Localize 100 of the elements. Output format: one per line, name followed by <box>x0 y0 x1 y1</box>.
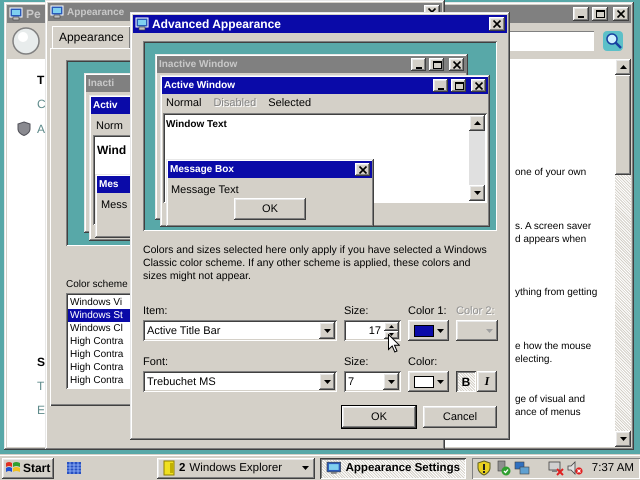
message-text: Mess <box>101 199 128 211</box>
spin-up-button[interactable] <box>384 322 399 330</box>
taskbar-button[interactable]: Appearance Settings <box>320 458 466 478</box>
scroll-down-button[interactable] <box>615 431 631 447</box>
dropdown-button[interactable] <box>319 322 335 339</box>
size-spinner[interactable]: 17 <box>344 320 401 341</box>
close-button[interactable] <box>489 17 505 31</box>
window-text: Wind <box>97 143 126 157</box>
text-line: s. A screen saver <box>515 220 592 233</box>
caret-icon <box>302 466 309 470</box>
text-line: d appears when <box>515 232 586 246</box>
dropdown-button[interactable] <box>319 373 335 390</box>
sidebar-heading: T <box>36 73 44 87</box>
window-title: Message Box <box>170 164 234 175</box>
back-button[interactable] <box>11 26 41 56</box>
window-title: Inactive Window <box>159 59 238 70</box>
scroll-up-button[interactable] <box>469 115 485 131</box>
message-text: Message Text <box>171 184 239 196</box>
text-line: electing. <box>515 352 552 366</box>
sidebar-link[interactable]: C <box>17 97 46 111</box>
dialog-button[interactable]: OK <box>342 406 416 428</box>
window-title: Active Window <box>164 80 236 91</box>
window-title: Mes <box>99 179 118 190</box>
close-button[interactable] <box>471 79 486 92</box>
speaker-muted-icon[interactable] <box>567 460 583 476</box>
text-line: one of your own <box>515 166 586 179</box>
minimize-icon <box>416 66 422 68</box>
caret-up-icon <box>474 121 480 125</box>
monitor-error-icon[interactable] <box>548 460 564 476</box>
scroll-up-button[interactable] <box>615 59 631 75</box>
window-title: Appearance <box>67 6 124 18</box>
address-field[interactable] <box>507 31 594 51</box>
maximize-button[interactable] <box>429 58 444 71</box>
field-label: Size: <box>344 304 368 318</box>
field-label: Size: <box>344 355 368 369</box>
menu-item[interactable]: Normal <box>166 97 202 109</box>
clock[interactable]: 7:37 AM <box>592 462 634 474</box>
close-button[interactable] <box>449 58 464 71</box>
description-text: Colors and sizes selected here only apply if you have selected a Windows Classic color scheme. If any other scheme is applied, these colors and sizes might not appear. <box>143 244 488 283</box>
minimize-button[interactable] <box>573 7 589 21</box>
color-button[interactable] <box>408 371 449 392</box>
search-button[interactable] <box>602 30 624 52</box>
computers-icon[interactable] <box>514 460 530 476</box>
field-label: Item: <box>143 304 168 318</box>
menu-item[interactable]: Selected <box>268 97 312 109</box>
caret-icon <box>486 328 493 332</box>
minimize-button[interactable] <box>411 58 426 71</box>
maximize-icon <box>595 9 605 19</box>
field-label: Color 2: <box>456 304 495 318</box>
text-line: ance of menus <box>515 406 581 420</box>
caret-up-icon <box>389 324 394 328</box>
scroll-down-button[interactable] <box>469 185 485 201</box>
grid-icon[interactable] <box>66 460 82 476</box>
text-line: ything from getting <box>515 286 598 300</box>
display-icon <box>135 17 149 31</box>
color-scheme-label: Color scheme <box>66 279 128 290</box>
maximize-button[interactable] <box>451 79 466 92</box>
scroll-thumb[interactable] <box>615 75 631 175</box>
text-line: e how the mouse <box>515 340 592 353</box>
shield-icon[interactable] <box>476 460 492 476</box>
caret-icon <box>437 328 444 332</box>
display-icon <box>9 7 23 21</box>
italic-button[interactable]: I <box>477 371 497 392</box>
minimize-button[interactable] <box>433 79 448 92</box>
maximize-icon <box>432 60 442 70</box>
caret-icon <box>437 380 444 384</box>
display-icon <box>326 461 342 475</box>
close-button[interactable] <box>355 163 370 176</box>
caret-icon <box>324 380 330 384</box>
close-button[interactable] <box>613 7 629 21</box>
caret-icon <box>388 380 394 384</box>
field-label: Color: <box>408 355 438 369</box>
network-check-icon[interactable] <box>495 460 511 476</box>
caret-up-icon <box>620 65 626 69</box>
font-dropdown[interactable]: Trebuchet MS <box>143 371 337 392</box>
color-button[interactable] <box>408 320 449 341</box>
caret-icon <box>324 328 330 332</box>
folder-icon <box>163 460 175 476</box>
ok-button[interactable]: OK <box>234 198 306 220</box>
bold-button[interactable]: B <box>456 371 476 392</box>
dialog-button[interactable]: Cancel <box>423 406 497 428</box>
size-dropdown[interactable]: 7 <box>344 371 401 392</box>
window-title: Advanced Appearance <box>152 17 281 31</box>
window-title: Pe <box>26 7 41 21</box>
minimize-icon <box>438 88 444 90</box>
dropdown-button[interactable] <box>383 373 399 390</box>
sidebar-link[interactable]: A <box>37 122 46 136</box>
maximize-icon <box>454 80 464 90</box>
window-title: Inacti <box>88 78 114 89</box>
sidebar-link[interactable]: T <box>17 379 44 393</box>
display-icon <box>50 5 64 19</box>
sidebar-link[interactable]: E <box>17 403 46 417</box>
maximize-button[interactable] <box>592 7 608 21</box>
tab[interactable]: Appearance <box>52 26 131 48</box>
field-label: Color 1: <box>408 304 447 318</box>
taskbar-button[interactable]: 2 Windows Explorer <box>157 458 315 478</box>
start-button[interactable]: Start <box>2 458 54 478</box>
text-line: ge of visual and <box>515 393 586 406</box>
item-dropdown[interactable]: Active Title Bar <box>143 320 337 341</box>
windows-flag-icon <box>5 461 21 475</box>
